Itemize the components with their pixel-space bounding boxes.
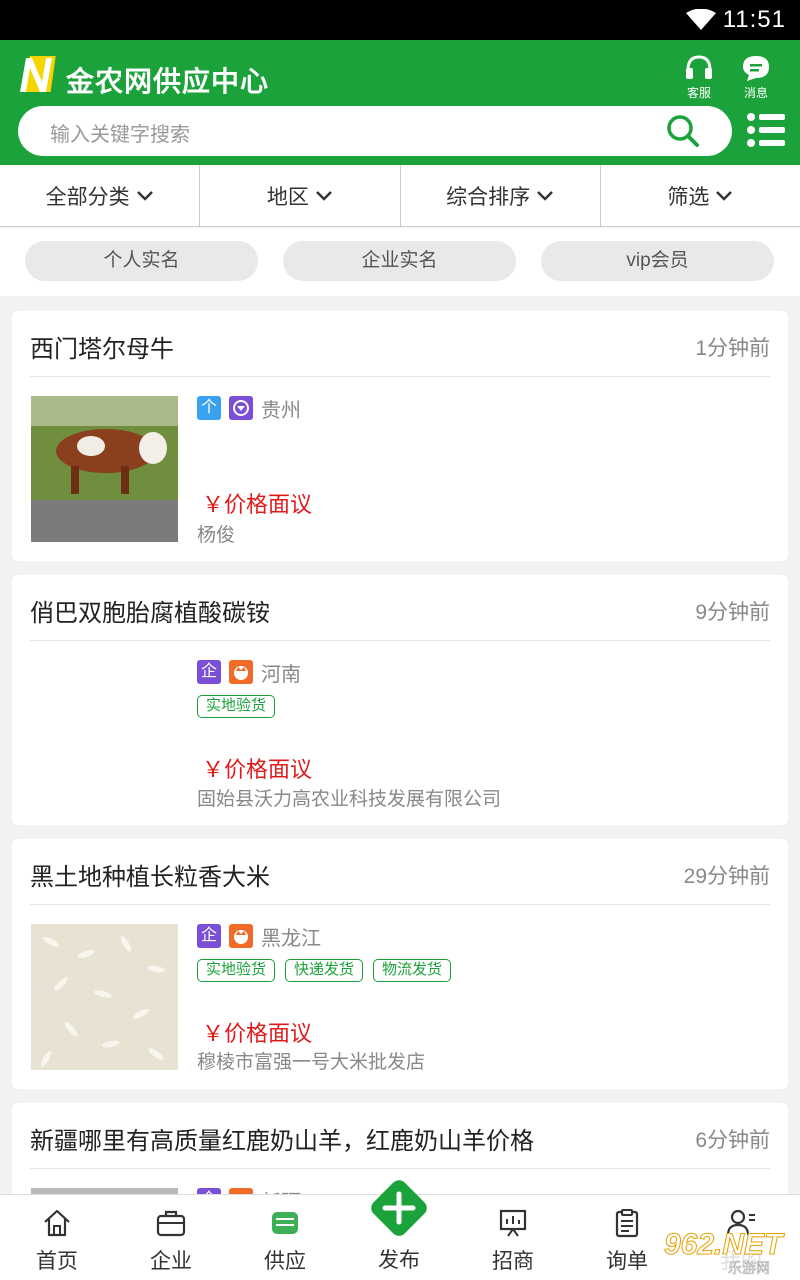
personal-badge-icon: 个 [197,396,221,420]
filter-screen-label: 筛选 [667,185,710,209]
search-icon[interactable] [666,114,700,148]
messages-label: 消息 [743,86,768,100]
chip-vip-member[interactable]: vip会员 [541,241,774,281]
listing-image-cow[interactable] [31,396,178,542]
tag-onsite-inspection: 实地验货 [197,959,276,982]
app-logo-icon [20,56,56,92]
listing-title: 黑土地种植长粒香大米 [30,864,270,891]
listing-info: 企 河南 实地验货 [197,659,770,718]
tab-home[interactable]: 首页 [0,1195,114,1280]
watermark-subtext: 乐游网 [728,1260,771,1277]
filter-screen[interactable]: 筛选 [601,165,800,226]
listing-time: 6分钟前 [695,1129,770,1152]
home-icon [44,1209,70,1237]
publish-button[interactable] [363,1172,435,1244]
divider [30,376,770,377]
crown-medal-icon [229,924,253,948]
customer-service-button[interactable]: 客服 [674,54,724,101]
listing-time: 29分钟前 [683,865,770,888]
tab-company[interactable]: 企业 [114,1195,228,1280]
company-badge-icon: 企 [197,924,221,948]
listing-title: 俏巴双胞胎腐植酸碳铵 [30,600,270,627]
headset-icon [686,55,712,79]
tag-express-shipping: 快递发货 [285,959,364,982]
chevron-down-icon [315,190,332,201]
listing-price: ￥价格面议 [202,492,313,517]
chevron-down-icon [537,190,554,201]
site-watermark: 962.NET 乐游网 [663,1228,794,1277]
chevron-down-icon [716,190,733,201]
listing-title: 西门塔尔母牛 [30,336,174,363]
filter-category-label: 全部分类 [45,185,130,209]
tab-supply-label: 供应 [264,1250,306,1273]
listing-price: ￥价格面议 [202,757,313,782]
message-icon [743,56,769,81]
messages-button[interactable]: 消息 [731,54,781,101]
listing-seller: 杨俊 [197,525,236,546]
tab-supply[interactable]: 供应 [228,1195,342,1280]
filter-sort[interactable]: 综合排序 [401,165,601,226]
listing-card[interactable]: 俏巴双胞胎腐植酸碳铵 9分钟前 企 河南 实地验货 ￥价格面议 固始县沃力高农业… [12,575,788,825]
list-menu-icon[interactable] [746,112,786,148]
quick-filter-chips: 个人实名 企业实名 vip会员 [0,228,800,296]
listing-info: 企 黑龙江 实地验货 快递发货 物流发货 [197,923,770,982]
tag-logistics-shipping: 物流发货 [373,959,452,982]
wifi-icon [686,9,716,30]
tab-recruit-label: 招商 [492,1250,534,1273]
listing-card[interactable]: 西门塔尔母牛 1分钟前 个 贵州 ￥价格面议 杨俊 [12,311,788,561]
publish-label: 发布 [378,1249,420,1272]
listing-image-rice[interactable] [31,924,178,1070]
chart-board-icon [499,1209,527,1237]
divider [30,1168,770,1169]
filter-sort-label: 综合排序 [446,185,531,209]
listing-region: 黑龙江 [261,927,321,950]
listing-info: 个 贵州 [197,395,770,422]
listing-seller: 固始县沃力高农业科技发展有限公司 [197,789,502,810]
app-title: 金农网供应中心 [66,66,270,97]
app-header: 金农网供应中心 客服 消息 输入关键字搜索 [0,40,800,165]
chevron-down-icon [136,190,153,201]
filter-category[interactable]: 全部分类 [0,165,201,226]
divider [30,904,770,905]
briefcase-icon [156,1210,186,1237]
company-badge-icon: 企 [197,660,221,684]
listing-price: ￥价格面议 [202,1021,313,1046]
filter-bar: 全部分类 地区 综合排序 筛选 [0,165,800,227]
divider [30,640,770,641]
status-bar: 11:51 [0,0,800,40]
listing-region: 河南 [261,663,301,686]
supply-stack-icon [272,1212,298,1234]
listing-region: 贵州 [261,399,301,422]
tag-onsite-inspection: 实地验货 [197,695,276,718]
listing-title: 新疆哪里有高质量红鹿奶山羊，红鹿奶山羊价格 [30,1128,534,1155]
listing-card[interactable]: 黑土地种植长粒香大米 29分钟前 企 黑龙江 实地验货 快递发货 物流发货 ￥价… [12,839,788,1089]
filter-region-label: 地区 [266,185,309,209]
vip-medal-icon [229,396,253,420]
tab-home-label: 首页 [36,1250,78,1273]
listing-time: 9分钟前 [695,601,770,624]
status-time: 11:51 [722,6,786,33]
filter-region[interactable]: 地区 [200,165,401,226]
chip-company-verified[interactable]: 企业实名 [283,241,516,281]
search-placeholder: 输入关键字搜索 [50,124,190,146]
tab-recruit[interactable]: 招商 [456,1195,570,1280]
watermark-text: 962.NET [663,1228,783,1262]
tab-company-label: 企业 [150,1250,192,1273]
customer-service-label: 客服 [686,86,711,100]
search-input[interactable]: 输入关键字搜索 [18,106,732,156]
listing-seller: 穆棱市富强一号大米批发店 [197,1052,426,1073]
crown-medal-icon [229,660,253,684]
listing-time: 1分钟前 [695,337,770,360]
chip-personal-verified[interactable]: 个人实名 [25,241,258,281]
clipboard-icon [615,1209,639,1238]
